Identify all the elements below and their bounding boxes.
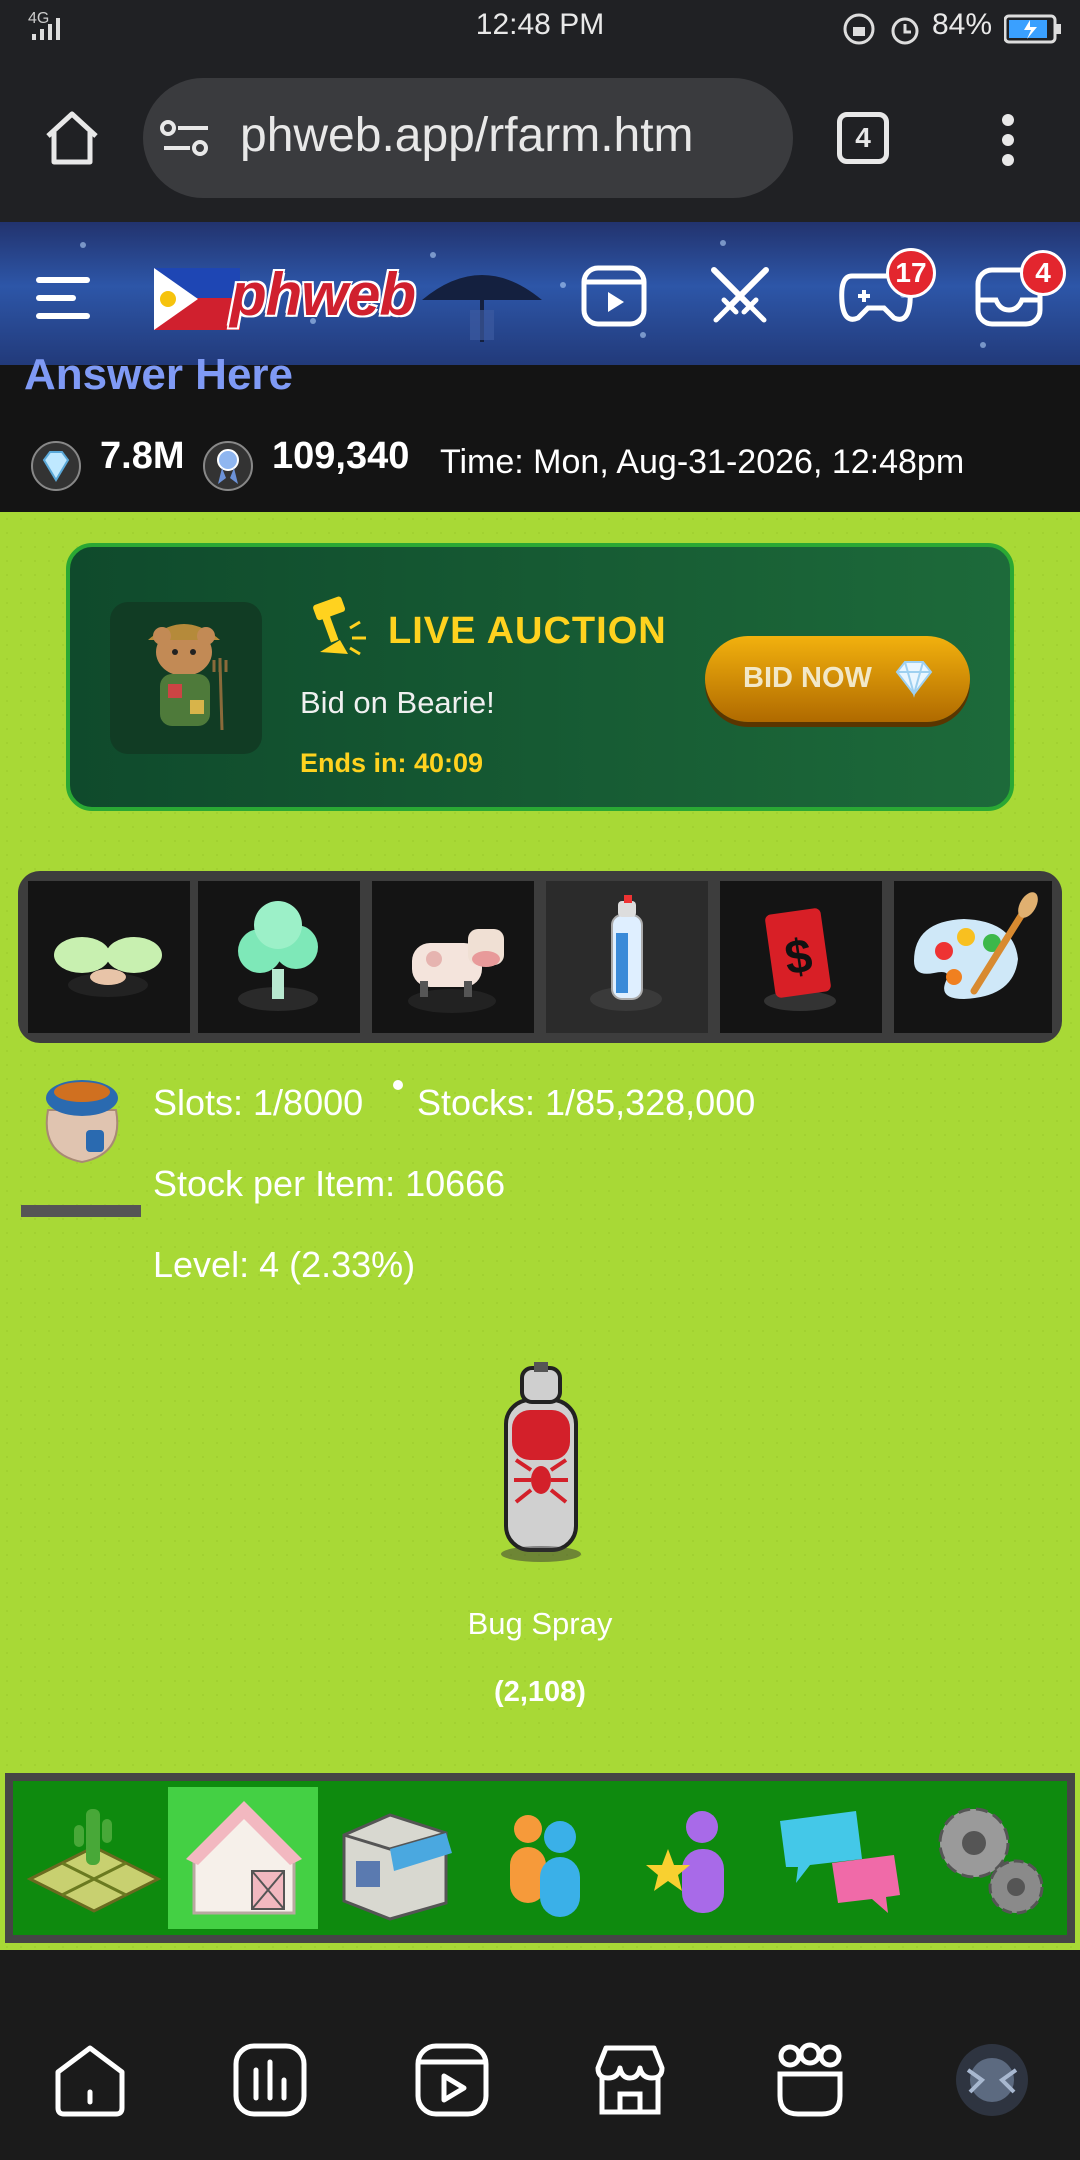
gem-count: 7.8M (100, 435, 185, 477)
groups-icon (777, 2042, 843, 2117)
store-icon (595, 2045, 665, 2115)
ribbon-icon (203, 441, 253, 491)
url-text[interactable]: phweb.app/rfarm.htm (240, 108, 770, 163)
diamond-icon (895, 661, 933, 698)
favorite-user-icon (646, 1811, 724, 1913)
bid-now-label: BID NOW (743, 662, 872, 694)
auction-title: LIVE AUCTION (388, 610, 667, 652)
battery-percent: 84% (932, 8, 993, 41)
cow-icon (408, 929, 504, 1013)
avatar-image (956, 2044, 1028, 2116)
category-animals[interactable] (372, 881, 534, 1033)
logo-text: phweb (230, 261, 416, 328)
scarecrow-bear-icon (148, 624, 228, 731)
signal-icon (32, 18, 60, 40)
slots-info: Slots: 1/8000 (153, 1082, 364, 1123)
category-decor[interactable] (894, 881, 1052, 1033)
battery-icon (1004, 14, 1061, 44)
tab-switcher-button[interactable]: 4 (837, 112, 889, 164)
gem-icon (31, 441, 81, 491)
separator-dot (393, 1080, 403, 1090)
category-sprays[interactable] (546, 881, 708, 1033)
inbox-notification-badge: 4 (1020, 250, 1066, 296)
browser-home-icon[interactable] (42, 108, 102, 168)
stocks-info: Stocks: 1/85,328,000 (417, 1082, 756, 1123)
site-logo[interactable]: phweb (152, 258, 416, 338)
nav-settings[interactable] (916, 1787, 1064, 1929)
category-money[interactable]: $ (720, 881, 882, 1033)
bottom-nav-store[interactable] (590, 2040, 670, 2120)
auction-gavel-icon (313, 596, 366, 656)
nav-barn[interactable] (170, 1787, 318, 1929)
item-quantity: (2,108) (494, 1676, 586, 1708)
settings-gears-icon (938, 1807, 1044, 1915)
ribbon-count: 109,340 (272, 435, 410, 477)
alarm-icon (891, 17, 919, 45)
spray-can-icon (590, 895, 662, 1011)
site-settings-icon[interactable] (160, 116, 212, 162)
crossed-swords-icon[interactable] (706, 262, 774, 330)
seed-bag-icon (45, 1080, 119, 1164)
bottom-nav-video[interactable] (412, 2040, 492, 2120)
bug-spray-icon[interactable] (486, 1360, 596, 1570)
nav-chat[interactable] (770, 1787, 918, 1929)
progress-underline (21, 1205, 141, 1217)
hamburger-menu-icon[interactable] (36, 275, 92, 321)
overflow-menu-icon[interactable] (996, 110, 1020, 170)
shop-icon (342, 1813, 452, 1921)
server-time: Time: Mon, Aug-31-2026, 12:48pm (440, 443, 965, 481)
avatar[interactable] (952, 2040, 1032, 2120)
game-notification-badge: 17 (886, 248, 936, 298)
seedling-icon (54, 937, 162, 997)
stock-per-item: Stock per Item: 10666 (153, 1163, 506, 1204)
category-trees[interactable] (198, 881, 360, 1033)
nav-favorites[interactable] (620, 1787, 768, 1929)
barn-icon (186, 1801, 302, 1915)
bottom-nav-stats[interactable] (230, 2040, 310, 2120)
item-name: Bug Spray (467, 1606, 613, 1641)
answer-link[interactable]: Answer Here (24, 350, 293, 400)
bottom-nav-groups[interactable] (770, 2040, 850, 2120)
video-play-icon[interactable] (580, 262, 648, 330)
auction-countdown: Ends in: 40:09 (300, 748, 484, 778)
stats-icon (233, 2043, 307, 2117)
auction-subtitle: Bid on Bearie! (300, 685, 495, 720)
bid-now-button[interactable]: BID NOW (705, 636, 970, 722)
level-info: Level: 4 (2.33%) (153, 1244, 416, 1285)
nav-friends[interactable] (470, 1787, 618, 1929)
auction-item-thumbnail (110, 602, 262, 754)
umbrella-banner-art (422, 275, 542, 342)
friends-icon (510, 1815, 580, 1917)
lock-rotate-icon (843, 13, 875, 45)
category-seeds[interactable] (28, 881, 190, 1033)
tree-icon (238, 901, 318, 1011)
money-card-icon: $ (764, 908, 836, 1011)
nav-farm[interactable] (20, 1787, 168, 1929)
nav-shop[interactable] (320, 1787, 468, 1929)
video-icon (415, 2043, 489, 2117)
home-icon (55, 2045, 125, 2117)
clock: 12:48 PM (475, 8, 605, 41)
farm-plot-icon (26, 1809, 162, 1913)
flag-logo-icon (154, 268, 240, 330)
bottom-nav (0, 1950, 1080, 2160)
palette-icon (914, 892, 1038, 999)
bottom-nav-home[interactable] (50, 2040, 130, 2120)
chat-icon (780, 1811, 900, 1913)
